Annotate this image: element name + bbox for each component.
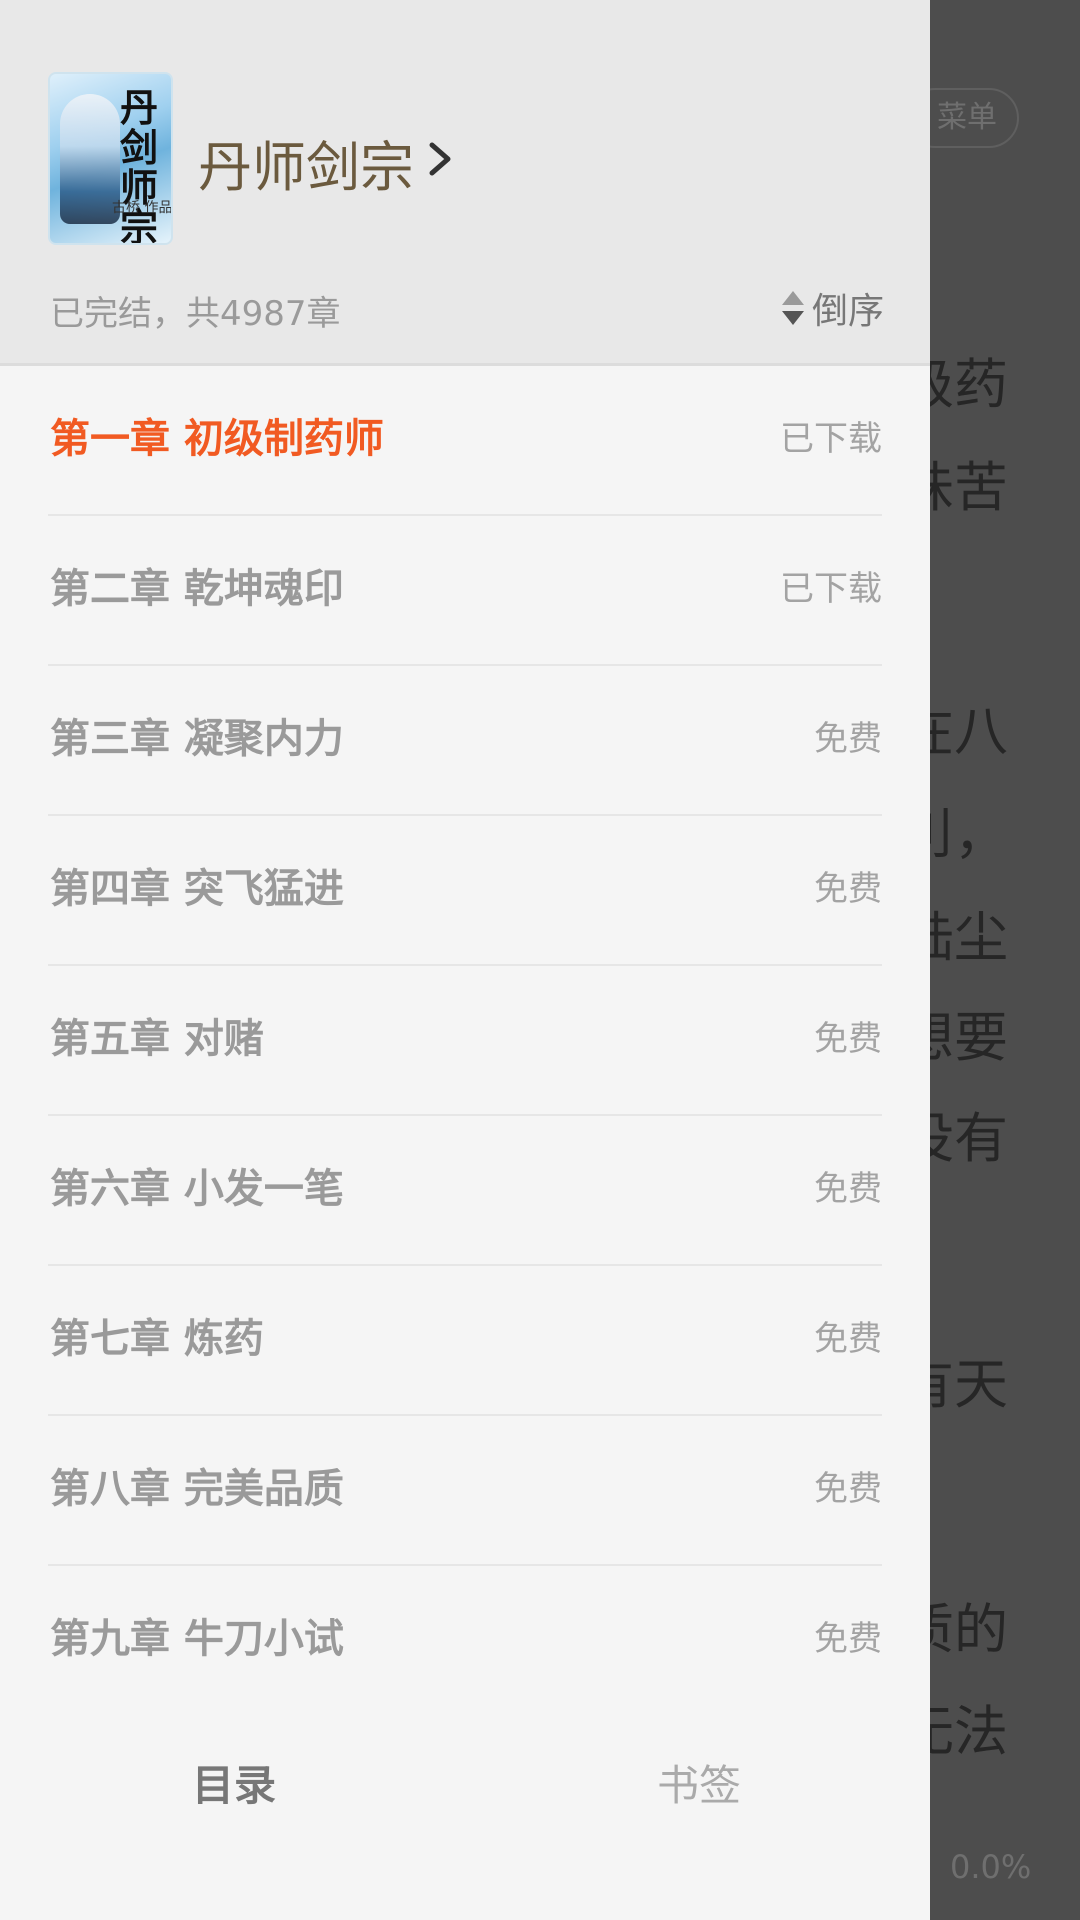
chapter-item[interactable]: 第七章 炼药 免费	[48, 1266, 882, 1416]
cover-author: 古桥 作品	[112, 200, 173, 216]
book-status: 已完结，共4987章	[50, 294, 341, 334]
book-cover[interactable]: 丹剑师宗 古桥 作品	[48, 72, 173, 245]
chapter-item[interactable]: 第九章 牛刀小试 免费	[48, 1566, 882, 1716]
reading-progress: 0.0%	[950, 1848, 1032, 1886]
drawer-tabs: 目录 书签	[0, 1736, 930, 1836]
chapter-drawer: 丹剑师宗 古桥 作品 丹师剑宗 已完结，共4987章 倒序 第一章 初级制药师 …	[0, 0, 930, 1920]
chapter-title: 第六章 小发一笔	[50, 1166, 344, 1212]
chapter-status: 免费	[814, 1469, 882, 1509]
tab-catalog[interactable]: 目录	[192, 1736, 276, 1836]
chapter-title: 第八章 完美品质	[50, 1466, 344, 1512]
sort-icon	[782, 291, 804, 325]
chapter-title: 第四章 突飞猛进	[50, 866, 344, 912]
cover-figure	[60, 94, 120, 224]
chapter-status: 免费	[814, 719, 882, 759]
chapter-item[interactable]: 第六章 小发一笔 免费	[48, 1116, 882, 1266]
chapter-item[interactable]: 第一章 初级制药师 已下载	[48, 366, 882, 516]
chapter-status: 免费	[814, 1319, 882, 1359]
chapter-status: 已下载	[780, 419, 882, 459]
sort-toggle[interactable]: 倒序	[780, 286, 884, 332]
chapter-status: 免费	[814, 1169, 882, 1209]
book-title[interactable]: 丹师剑宗	[198, 123, 414, 202]
chapter-title: 第七章 炼药	[50, 1316, 264, 1362]
chapter-item[interactable]: 第四章 突飞猛进 免费	[48, 816, 882, 966]
tab-bookmark[interactable]: 书签	[657, 1736, 741, 1836]
chevron-right-icon[interactable]	[426, 141, 454, 177]
chapter-title: 第三章 凝聚内力	[50, 716, 344, 762]
chapter-list: 第一章 初级制药师 已下载 第二章 乾坤魂印 已下载 第三章 凝聚内力 免费 第…	[0, 366, 930, 1716]
book-header: 丹剑师宗 古桥 作品 丹师剑宗 已完结，共4987章 倒序	[0, 0, 930, 366]
cover-title-art: 丹剑师宗	[119, 85, 158, 245]
chapter-title: 第九章 牛刀小试	[50, 1616, 344, 1662]
chapter-status: 免费	[814, 869, 882, 909]
chapter-title: 第二章 乾坤魂印	[50, 566, 344, 612]
chapter-item[interactable]: 第八章 完美品质 免费	[48, 1416, 882, 1566]
chapter-item[interactable]: 第三章 凝聚内力 免费	[48, 666, 882, 816]
chapter-item[interactable]: 第五章 对赌 免费	[48, 966, 882, 1116]
chapter-status: 已下载	[780, 569, 882, 609]
chapter-status: 免费	[814, 1619, 882, 1659]
chapter-title: 第五章 对赌	[50, 1016, 264, 1062]
chapter-status: 免费	[814, 1019, 882, 1059]
sort-label: 倒序	[812, 291, 885, 332]
chapter-title: 第一章 初级制药师	[50, 416, 384, 462]
chapter-item[interactable]: 第二章 乾坤魂印 已下载	[48, 516, 882, 666]
